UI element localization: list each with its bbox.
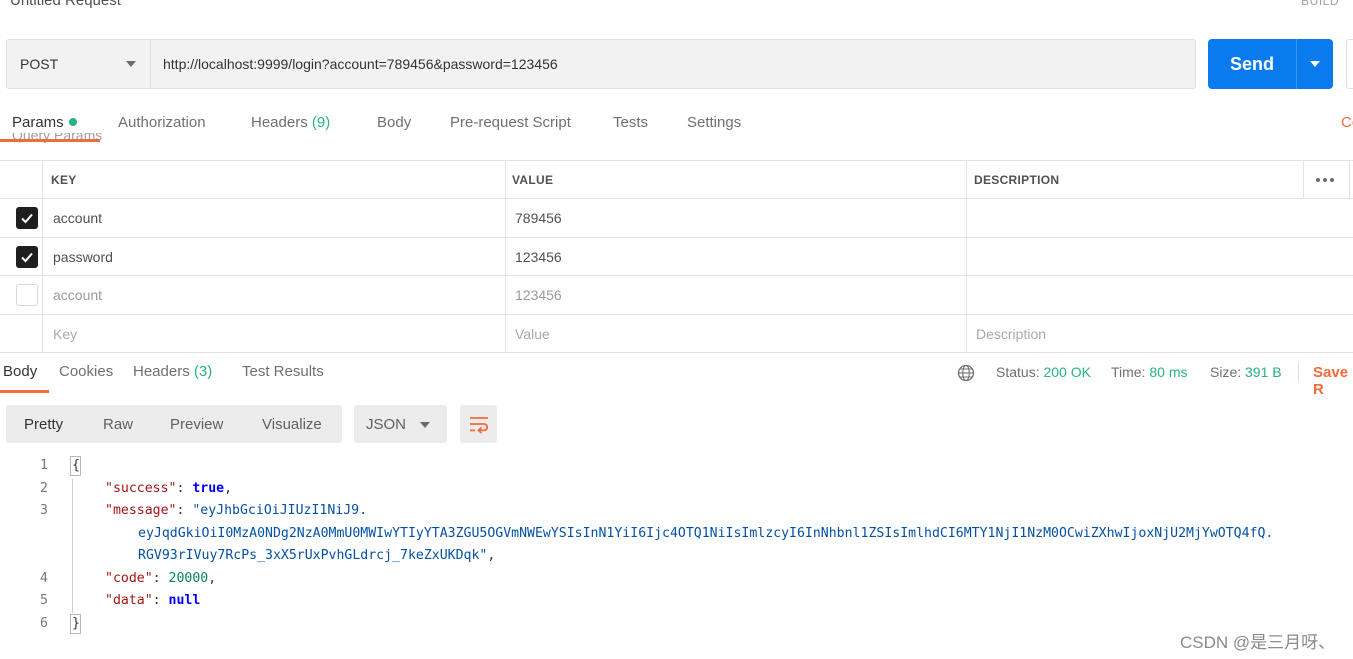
new-description-input[interactable]: Description — [976, 315, 1046, 352]
query-params-table: KEY VALUE DESCRIPTION account 789456 pas… — [0, 160, 1353, 353]
table-header-row: KEY VALUE DESCRIPTION — [0, 161, 1353, 199]
tab-params[interactable]: Params — [12, 114, 77, 131]
col-header-value: VALUE — [512, 172, 554, 187]
method-label: POST — [20, 56, 59, 72]
param-key[interactable]: account — [53, 199, 102, 237]
code-line: "code": 20000, — [105, 571, 217, 586]
url-input[interactable]: http://localhost:9999/login?account=7894… — [151, 40, 1195, 88]
table-row: password 123456 — [0, 238, 1353, 276]
active-response-tab-indicator — [0, 390, 49, 393]
code-line: "data": null — [105, 593, 201, 608]
tab-response-body[interactable]: Body — [3, 363, 37, 380]
check-icon — [21, 252, 33, 262]
tab-response-headers[interactable]: Headers (3) — [133, 363, 212, 380]
chevron-down-icon — [420, 422, 430, 428]
params-active-dot — [68, 118, 77, 126]
col-header-description: DESCRIPTION — [974, 172, 1060, 187]
request-tabs: Params Authorization Headers (9) Body Pr… — [0, 110, 1353, 142]
active-tab-indicator — [0, 139, 100, 142]
cookies-link-cut[interactable]: Co — [1341, 114, 1353, 131]
code-line-wrap: RGV93rIVuy7RcPs_3xX5rUxPvhGLdrcj_7keZxUK… — [138, 548, 496, 563]
param-key[interactable]: account — [53, 276, 102, 314]
line-number: 2 — [40, 481, 48, 496]
wrap-lines-button[interactable] — [460, 405, 497, 443]
chevron-down-icon — [126, 61, 136, 67]
time-readout: Time: 80 ms — [1111, 364, 1188, 380]
format-raw[interactable]: Raw — [103, 416, 133, 433]
param-key[interactable]: password — [53, 238, 113, 275]
status-divider — [1298, 362, 1299, 382]
col-header-key: KEY — [51, 172, 77, 187]
new-value-input[interactable]: Value — [515, 315, 550, 352]
param-value[interactable]: 789456 — [515, 199, 562, 237]
table-row: account 789456 — [0, 199, 1353, 238]
more-options-icon[interactable] — [1316, 161, 1334, 198]
code-line-wrap: eyJqdGkiOiI0MzA0NDg2NzA0MmU0MWIwYTIyYTA3… — [138, 526, 1274, 541]
size-readout: Size: 391 B — [1210, 364, 1282, 380]
param-checkbox[interactable] — [16, 245, 38, 268]
line-number: 4 — [40, 571, 48, 586]
table-row-new: Key Value Description — [0, 315, 1353, 353]
tab-body[interactable]: Body — [377, 114, 411, 131]
tab-test-results[interactable]: Test Results — [242, 363, 324, 380]
save-response-button[interactable]: Save R — [1313, 364, 1353, 398]
wrap-lines-icon — [469, 417, 488, 434]
side-button-edge[interactable] — [1346, 39, 1353, 89]
code-line: "message": "eyJhbGciOiJIUzI1NiJ9. — [105, 503, 368, 518]
tab-settings[interactable]: Settings — [687, 114, 741, 131]
tab-response-cookies[interactable]: Cookies — [59, 363, 113, 380]
language-select[interactable]: JSON — [354, 405, 447, 443]
status-readout: Status: 200 OK — [996, 364, 1091, 380]
line-number: 1 — [40, 458, 48, 473]
globe-icon[interactable] — [957, 364, 975, 382]
request-title[interactable]: Untitled Request — [10, 0, 121, 9]
tab-pre-request-script[interactable]: Pre-request Script — [450, 114, 571, 131]
line-number: 5 — [40, 593, 48, 608]
send-button[interactable]: Send — [1208, 39, 1333, 89]
tab-authorization[interactable]: Authorization — [118, 114, 206, 131]
send-label: Send — [1229, 53, 1274, 74]
param-value[interactable]: 123456 — [515, 276, 562, 314]
send-options-button[interactable] — [1297, 39, 1333, 89]
request-bar: POST http://localhost:9999/login?account… — [6, 39, 1196, 89]
method-select[interactable]: POST — [7, 40, 151, 88]
build-label[interactable]: BUILD — [1301, 0, 1339, 8]
new-key-input[interactable]: Key — [53, 315, 77, 352]
param-value[interactable]: 123456 — [515, 238, 562, 275]
code-line: { — [72, 458, 80, 473]
indent-guide — [72, 479, 73, 613]
watermark: CSDN @是三月呀、 — [1180, 633, 1336, 652]
param-checkbox[interactable] — [16, 207, 38, 229]
line-number: 6 — [40, 616, 48, 631]
format-tabs: Pretty Raw Preview Visualize — [6, 405, 342, 443]
tab-tests[interactable]: Tests — [613, 114, 648, 131]
param-checkbox[interactable] — [16, 284, 38, 306]
table-row: account 123456 — [0, 276, 1353, 315]
code-line: "success": true, — [105, 481, 233, 496]
line-number: 3 — [40, 503, 48, 518]
chevron-down-icon — [1310, 61, 1320, 67]
format-pretty[interactable]: Pretty — [24, 416, 63, 433]
tab-headers[interactable]: Headers (9) — [251, 114, 330, 131]
code-line: } — [72, 616, 80, 631]
format-visualize[interactable]: Visualize — [262, 416, 322, 433]
format-preview[interactable]: Preview — [170, 416, 223, 433]
check-icon — [21, 213, 33, 224]
language-label: JSON — [366, 415, 407, 433]
